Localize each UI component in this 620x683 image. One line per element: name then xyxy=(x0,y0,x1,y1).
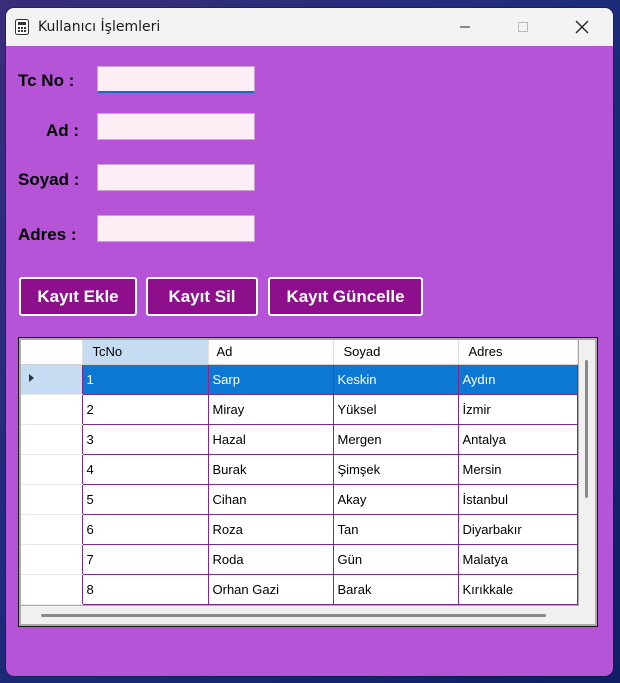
cell-adres[interactable]: İzmir xyxy=(458,394,578,425)
grid-header-row: TcNo Ad Soyad Adres xyxy=(21,340,578,365)
cell-ad[interactable]: Roda xyxy=(208,544,334,575)
tc-input[interactable] xyxy=(97,66,255,93)
cell-tcno[interactable]: 4 xyxy=(82,454,209,485)
table-row[interactable]: 4 Burak Şimşek Mersin xyxy=(21,454,578,485)
cell-adres[interactable]: Kırıkkale xyxy=(458,574,578,605)
add-record-button[interactable]: Kayıt Ekle xyxy=(19,277,137,316)
row-header[interactable] xyxy=(21,454,83,485)
cell-tcno[interactable]: 8 xyxy=(82,574,209,605)
cell-tcno[interactable]: 5 xyxy=(82,484,209,515)
column-header-adres[interactable]: Adres xyxy=(458,340,578,365)
horizontal-scroll-thumb[interactable] xyxy=(41,614,546,617)
maximize-icon xyxy=(518,22,528,32)
vertical-scroll-thumb[interactable] xyxy=(585,360,588,498)
cell-soyad[interactable]: Gün xyxy=(333,544,459,575)
column-header-tcno[interactable]: TcNo xyxy=(82,340,209,365)
cell-tcno[interactable]: 7 xyxy=(82,544,209,575)
cell-ad[interactable]: Miray xyxy=(208,394,334,425)
records-grid[interactable]: TcNo Ad Soyad Adres 1 Sarp Keskin Aydın 2 Mir… xyxy=(18,337,598,627)
row-header[interactable] xyxy=(21,484,83,515)
cell-soyad[interactable]: Barak xyxy=(333,574,459,605)
adres-input[interactable] xyxy=(97,215,255,242)
calculator-icon xyxy=(15,19,29,35)
table-row[interactable]: 8 Orhan Gazi Barak Kırıkkale xyxy=(21,574,578,605)
ad-input[interactable] xyxy=(97,113,255,140)
cell-ad[interactable]: Orhan Gazi xyxy=(208,574,334,605)
cell-adres[interactable]: Antalya xyxy=(458,424,578,455)
table-row[interactable]: 6 Roza Tan Diyarbakır xyxy=(21,514,578,545)
scrollbar-corner xyxy=(579,606,595,624)
maximize-button[interactable] xyxy=(494,8,552,46)
cell-ad[interactable]: Cihan xyxy=(208,484,334,515)
cell-adres[interactable]: Mersin xyxy=(458,454,578,485)
window-title: Kullanıcı İşlemleri xyxy=(38,19,161,35)
cell-adres[interactable]: Malatya xyxy=(458,544,578,575)
title-bar[interactable]: Kullanıcı İşlemleri xyxy=(6,8,613,46)
delete-record-button[interactable]: Kayıt Sil xyxy=(146,277,258,316)
cell-soyad[interactable]: Şimşek xyxy=(333,454,459,485)
vertical-scrollbar[interactable] xyxy=(579,340,595,606)
table-row[interactable]: 2 Miray Yüksel İzmir xyxy=(21,394,578,425)
cell-soyad[interactable]: Tan xyxy=(333,514,459,545)
cell-soyad[interactable]: Mergen xyxy=(333,424,459,455)
table-row[interactable]: 1 Sarp Keskin Aydın xyxy=(21,364,578,395)
cell-ad[interactable]: Hazal xyxy=(208,424,334,455)
records-table: TcNo Ad Soyad Adres 1 Sarp Keskin Aydın 2 Mir… xyxy=(21,340,578,605)
cell-soyad[interactable]: Akay xyxy=(333,484,459,515)
row-header[interactable] xyxy=(21,544,83,575)
soyad-input[interactable] xyxy=(97,164,255,191)
cell-soyad[interactable]: Yüksel xyxy=(333,394,459,425)
minimize-icon xyxy=(460,26,470,28)
cell-adres[interactable]: İstanbul xyxy=(458,484,578,515)
horizontal-scrollbar[interactable] xyxy=(21,606,579,624)
table-row[interactable]: 3 Hazal Mergen Antalya xyxy=(21,424,578,455)
close-icon xyxy=(575,20,589,34)
update-record-button[interactable]: Kayıt Güncelle xyxy=(268,277,423,316)
tc-label: Tc No : xyxy=(18,71,75,90)
cell-ad[interactable]: Burak xyxy=(208,454,334,485)
table-row[interactable]: 5 Cihan Akay İstanbul xyxy=(21,484,578,515)
grid-body: 1 Sarp Keskin Aydın 2 Miray Yüksel İzmir 3 Hazal M… xyxy=(21,364,578,605)
row-header[interactable] xyxy=(21,364,83,395)
row-header[interactable] xyxy=(21,394,83,425)
soyad-label: Soyad : xyxy=(18,170,80,189)
cell-tcno[interactable]: 3 xyxy=(82,424,209,455)
minimize-button[interactable] xyxy=(436,8,494,46)
row-header[interactable] xyxy=(21,424,83,455)
cell-tcno[interactable]: 1 xyxy=(82,364,209,395)
close-button[interactable] xyxy=(553,8,611,46)
row-header[interactable] xyxy=(21,514,83,545)
cell-adres[interactable]: Aydın xyxy=(458,364,578,395)
cell-soyad[interactable]: Keskin xyxy=(333,364,459,395)
table-row[interactable]: 7 Roda Gün Malatya xyxy=(21,544,578,575)
row-header[interactable] xyxy=(21,574,83,605)
row-pointer-icon xyxy=(29,373,34,382)
cell-tcno[interactable]: 2 xyxy=(82,394,209,425)
grid-corner-cell[interactable] xyxy=(21,340,83,365)
column-header-soyad[interactable]: Soyad xyxy=(333,340,459,365)
cell-adres[interactable]: Diyarbakır xyxy=(458,514,578,545)
column-header-ad[interactable]: Ad xyxy=(208,340,334,365)
app-window: Kullanıcı İşlemleri Tc No : Ad : Soyad :… xyxy=(6,8,613,676)
cell-ad[interactable]: Sarp xyxy=(208,364,334,395)
adres-label: Adres : xyxy=(18,225,77,244)
ad-label: Ad : xyxy=(46,121,80,140)
cell-ad[interactable]: Roza xyxy=(208,514,334,545)
cell-tcno[interactable]: 6 xyxy=(82,514,209,545)
